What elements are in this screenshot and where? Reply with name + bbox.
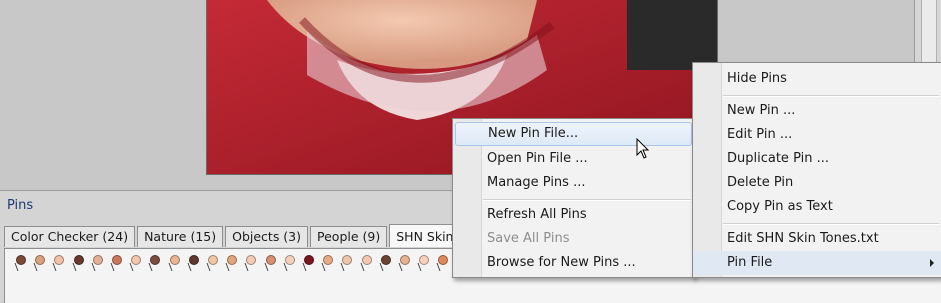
pin-swatch[interactable] [378,255,391,271]
tab-color-checker[interactable]: Color Checker (24) [4,226,136,247]
submenu-arrow-icon [930,259,934,267]
pin-head-icon [438,255,449,265]
menu-item-browse-for-new-pins[interactable]: Browse for New Pins ... [453,251,694,275]
pin-head-icon [246,255,257,265]
tab-people[interactable]: People (9) [310,226,388,247]
pin-swatch[interactable] [109,255,122,271]
pin-swatch[interactable] [416,255,430,271]
pin-head-icon [400,255,410,265]
pin-head-icon [342,255,353,265]
menu-item-refresh-all-pins[interactable]: Refresh All Pins [453,203,694,227]
pin-swatch[interactable] [224,255,238,271]
pin-swatch[interactable] [32,255,46,271]
pin-swatch[interactable] [320,255,334,271]
pin-swatch[interactable] [205,255,218,271]
pin-head-icon [54,255,65,265]
pin-swatch[interactable] [359,255,372,271]
pin-head-icon [150,255,161,265]
pin-swatch[interactable] [147,255,161,271]
pin-head-icon [323,255,334,265]
pin-head-icon [35,255,46,265]
tab-nature[interactable]: Nature (15) [137,226,224,247]
menu-item-hide-pins[interactable]: Hide Pins [693,67,941,91]
menu-item-new-pin-file[interactable]: New Pin File... [455,122,692,146]
menu-item-copy-pin-as-text[interactable]: Copy Pin as Text [693,195,941,219]
pin-head-icon [169,255,180,265]
menu-separator [723,223,939,225]
pin-file-submenu: New Pin File... Open Pin File ... Manage… [452,118,695,278]
pin-head-icon [380,255,391,265]
pin-swatch[interactable] [339,255,353,271]
menu-item-edit-pin-file-text[interactable]: Edit SHN Skin Tones.txt [693,227,941,251]
pin-head-icon [227,255,238,265]
menu-item-pin-file-label: Pin File [727,255,773,270]
pin-swatch[interactable] [397,255,410,271]
pin-swatch[interactable] [263,255,276,271]
pin-head-icon [188,255,199,265]
pin-swatch[interactable] [282,255,295,271]
menu-item-delete-pin[interactable]: Delete Pin [693,171,941,195]
pin-head-icon [304,255,314,265]
menu-item-save-all-pins[interactable]: Save All Pins [453,227,694,251]
menu-item-duplicate-pin[interactable]: Duplicate Pin ... [693,147,941,171]
menu-item-new-pin[interactable]: New Pin ... [693,99,941,123]
pin-head-icon [16,255,26,265]
pin-head-icon [284,255,295,265]
pin-head-icon [208,255,218,265]
menu-item-pin-file[interactable]: Pin File [693,251,941,275]
pin-swatch[interactable] [186,255,199,271]
pin-head-icon [265,255,276,265]
pin-head-icon [361,255,372,265]
pin-swatch[interactable] [435,255,449,271]
pin-swatch[interactable] [51,255,65,271]
menu-item-edit-pin[interactable]: Edit Pin ... [693,123,941,147]
pins-tab-bar: Color Checker (24) Nature (15) Objects (… [4,224,502,248]
menu-separator [723,95,939,97]
menu-separator [483,199,691,201]
mouse-pointer-icon [636,137,650,164]
pin-swatch[interactable] [128,255,142,271]
pin-head-icon [419,255,430,265]
pin-swatch[interactable] [243,255,257,271]
pin-swatch[interactable] [13,255,26,271]
pin-swatch[interactable] [301,255,314,271]
pin-head-icon [92,255,103,265]
menu-item-manage-pins[interactable]: Manage Pins ... [453,171,694,195]
pin-head-icon [112,255,122,265]
pins-panel-title: Pins [7,198,34,213]
pin-swatch[interactable] [90,255,103,271]
pins-context-menu: Hide Pins New Pin ... Edit Pin ... Dupli… [692,62,941,278]
pin-head-icon [131,255,142,265]
pin-swatch[interactable] [71,255,84,271]
pin-head-icon [73,255,84,265]
pin-swatch[interactable] [167,255,180,271]
menu-item-open-pin-file[interactable]: Open Pin File ... [453,147,694,171]
tab-objects[interactable]: Objects (3) [225,226,309,247]
